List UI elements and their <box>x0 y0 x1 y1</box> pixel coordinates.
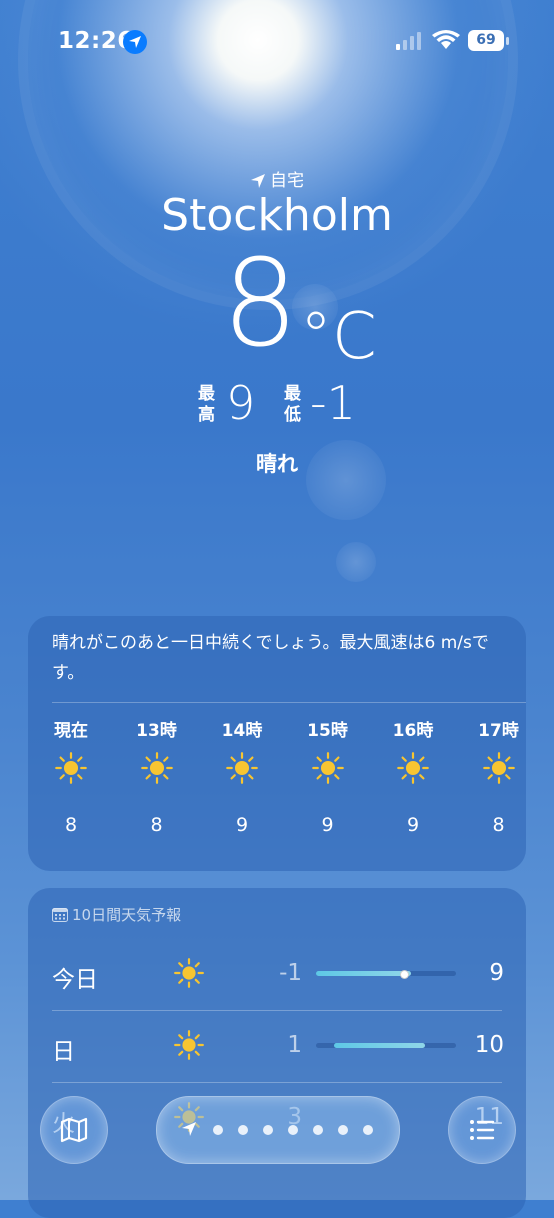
temp-range-fill <box>334 1043 426 1048</box>
temperature-unit: °C <box>300 300 377 374</box>
card-divider <box>52 702 526 703</box>
hour-temperature: 9 <box>406 814 420 836</box>
hourly-item: 現在 8 <box>35 716 107 836</box>
day-row[interactable]: 今日 -1 9 <box>28 938 526 1010</box>
location-label: 自宅 <box>0 166 554 191</box>
battery-indicator: 69 <box>468 30 504 51</box>
day-high: 9 <box>489 960 504 986</box>
ten-day-header: 10日間天気予報 <box>52 904 181 925</box>
temp-range-bar <box>316 970 456 979</box>
day-name: 今日 <box>52 967 98 993</box>
hour-temperature: 8 <box>492 814 505 836</box>
hour-temperature: 9 <box>235 814 249 836</box>
temp-range-fill <box>316 971 412 976</box>
hour-label: 17時 <box>478 721 519 741</box>
sun-icon <box>174 958 204 992</box>
page-indicator-dot[interactable] <box>313 1125 323 1135</box>
wifi-icon <box>432 30 460 49</box>
day-low: -1 <box>279 960 302 986</box>
page-indicator-dot[interactable] <box>363 1125 373 1135</box>
hour-label: 14時 <box>221 721 263 741</box>
page-indicator-dot[interactable] <box>238 1125 248 1135</box>
high-label: 最高 <box>198 384 215 425</box>
current-location-arrow-icon <box>182 1122 196 1136</box>
cellular-signal-icon <box>396 32 421 50</box>
map-button[interactable] <box>40 1096 108 1164</box>
low-label: 最低 <box>284 384 301 425</box>
low-temperature: -1 <box>310 376 356 430</box>
hourly-item: 14時 9 <box>206 716 278 836</box>
hour-temperature: 8 <box>150 814 163 836</box>
hour-temperature: 9 <box>321 814 334 836</box>
battery-cap <box>506 37 509 45</box>
hourly-item: 17時 8 <box>463 716 535 836</box>
city-name: Stockholm <box>161 190 393 241</box>
ten-day-title: 10日間天気予報 <box>72 906 182 924</box>
current-temp-marker <box>400 970 409 979</box>
location-pager[interactable] <box>156 1096 400 1164</box>
high-low-temperatures: 最高 9 最低 -1 <box>198 376 398 434</box>
city-list-button[interactable] <box>448 1096 516 1164</box>
sun-icon <box>35 746 107 814</box>
page-indicator-dot[interactable] <box>338 1125 348 1135</box>
hour-temperature: 8 <box>64 814 78 836</box>
sun-icon <box>206 746 278 814</box>
hour-label: 13時 <box>136 721 177 741</box>
forecast-summary: 晴れがこのあと一日中続くでしょう。最大風速は6 m/sです。 <box>52 633 489 683</box>
sun-icon <box>463 746 535 814</box>
sun-icon <box>377 746 449 814</box>
sun-icon <box>121 746 193 814</box>
sun-icon <box>292 746 364 814</box>
location-services-icon <box>123 30 147 54</box>
day-high: 10 <box>474 1032 504 1058</box>
page-indicator-dot[interactable] <box>213 1125 223 1135</box>
location-arrow-icon <box>251 174 265 188</box>
hourly-item: 13時 8 <box>121 716 193 836</box>
hourly-forecast-card[interactable]: 晴れがこのあと一日中続くでしょう。最大風速は6 m/sです。 現在 8 13時 8 14… <box>28 616 526 871</box>
map-icon <box>60 1117 88 1143</box>
lens-flare <box>336 542 376 582</box>
hour-label: 16時 <box>392 721 434 741</box>
sun-icon <box>174 1030 204 1064</box>
hour-label: 15時 <box>307 721 348 741</box>
hour-label: 現在 <box>54 721 88 741</box>
calendar-icon <box>52 908 68 922</box>
weather-condition: 晴れ <box>256 452 298 476</box>
hourly-item: 15時 9 <box>292 716 364 836</box>
ten-day-forecast-card[interactable]: 10日間天気予報 今日-19日110火311 <box>28 888 526 1218</box>
day-name: 日 <box>52 1039 75 1065</box>
list-icon <box>470 1120 495 1140</box>
page-indicator-dot[interactable] <box>288 1125 298 1135</box>
day-low: 1 <box>287 1032 302 1058</box>
day-row[interactable]: 日 1 10 <box>28 1010 526 1082</box>
status-bar: 12:26 69 <box>0 0 554 84</box>
page-indicator-dot[interactable] <box>263 1125 273 1135</box>
location-label-text: 自宅 <box>270 171 304 191</box>
temp-range-bar <box>316 1043 456 1048</box>
high-temperature: 9 <box>226 376 256 430</box>
current-temperature: 8 <box>222 235 299 374</box>
hourly-item: 16時 9 <box>377 716 449 836</box>
